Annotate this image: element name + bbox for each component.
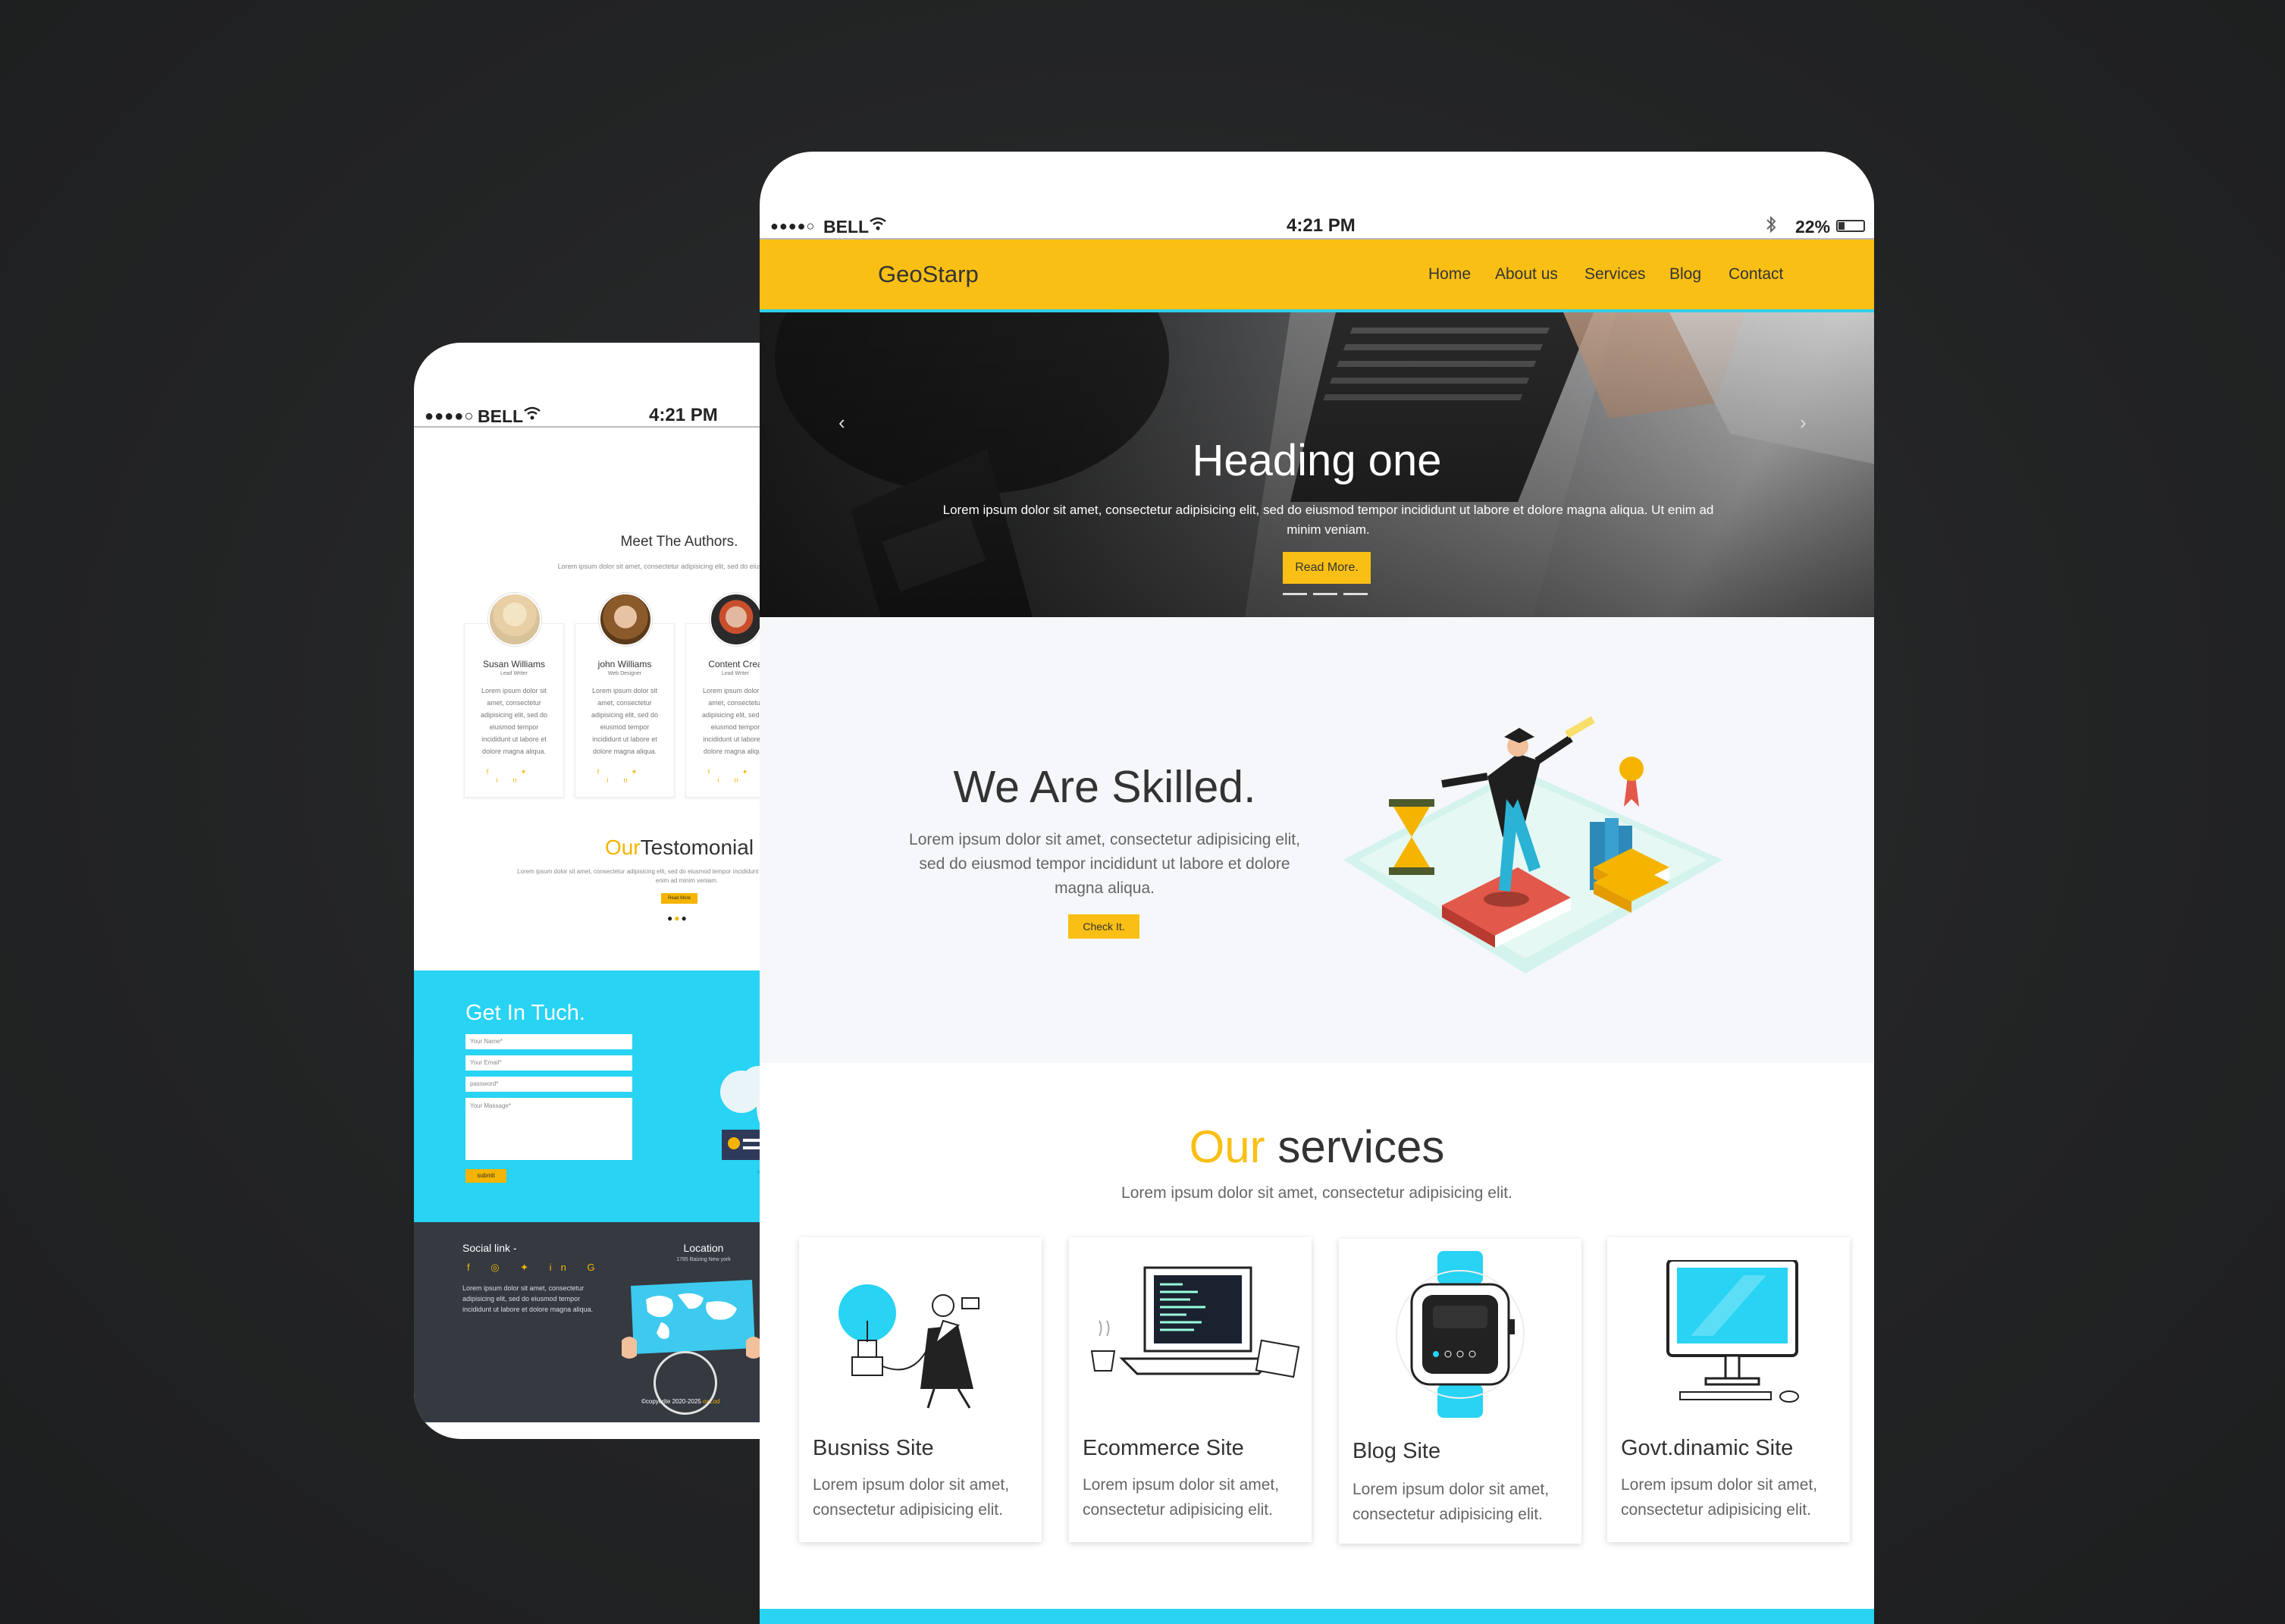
skilled-section: We Are Skilled. Lorem ipsum dolor sit am… (760, 617, 1874, 1063)
service-card-govt[interactable]: Govt.dinamic Site Lorem ipsum dolor sit … (1607, 1237, 1850, 1542)
smartwatch-icon (1396, 1251, 1525, 1418)
social-link-title: Social link - (462, 1242, 517, 1254)
author-social-links[interactable]: f ✦ in (465, 768, 563, 784)
battery-percent: 22% (1795, 217, 1831, 237)
submit-button[interactable]: submit (465, 1169, 506, 1183)
service-text: Lorem ipsum dolor sit amet, consectetur … (813, 1476, 1010, 1519)
email-field[interactable]: Your Email* (465, 1055, 632, 1071)
next-section-bar (760, 1609, 1874, 1624)
nav-link-about[interactable]: About us (1495, 265, 1558, 284)
carousel-indicator[interactable] (1283, 593, 1307, 595)
avatar (488, 593, 541, 646)
bluetooth-icon (1765, 215, 1777, 238)
social-icons[interactable]: f ◎ ✦ in G (467, 1262, 604, 1274)
home-button[interactable] (654, 1351, 717, 1415)
name-field[interactable]: Your Name* (465, 1034, 632, 1049)
location-address: 1785 Baizing New york (676, 1257, 731, 1262)
location-title: Location (683, 1242, 724, 1254)
service-text: Lorem ipsum dolor sit amet, consectetur … (1353, 1481, 1550, 1523)
graduate-illustration-icon (1343, 716, 1722, 973)
tablet-mockup: ●●●●○ BELL 4:21 PM 22% GeoStarp Home Abo… (760, 152, 1874, 1624)
service-card-business[interactable]: Busniss Site Lorem ipsum dolor sit amet,… (799, 1237, 1042, 1542)
message-field[interactable]: Your Massage* (465, 1098, 632, 1160)
signal-icon: ●●●●○ (425, 408, 475, 425)
nav-link-home[interactable]: Home (1428, 265, 1471, 284)
service-title: Govt.dinamic Site (1621, 1436, 1794, 1460)
lightbulb-icon (838, 1284, 980, 1409)
hero-text: Lorem ipsum dolor sit amet, consectetur … (942, 503, 1714, 537)
brand-logo[interactable]: GeoStarp (878, 261, 979, 288)
hero-carousel: ‹ › Heading one Lorem ipsum dolor sit am… (760, 312, 1874, 617)
service-title: Busniss Site (813, 1436, 934, 1460)
footer-text: Lorem ipsum dolor sit amet, consectetur … (462, 1284, 594, 1313)
author-name: john Williams (597, 659, 652, 669)
navbar: GeoStarp Home About us Services Blog Con… (760, 240, 1874, 312)
carousel-next-icon[interactable]: › (1800, 411, 1807, 434)
service-card-blog[interactable]: Blog Site Lorem ipsum dolor sit amet, co… (1339, 1239, 1581, 1544)
nav-link-services[interactable]: Services (1584, 265, 1646, 284)
testimonial-read-more-button[interactable]: Read More (661, 893, 697, 904)
nav-link-blog[interactable]: Blog (1669, 265, 1701, 284)
author-card: Susan Williams Lead Writer Lorem ipsum d… (464, 623, 564, 798)
service-text: Lorem ipsum dolor sit amet, consectetur … (1621, 1476, 1818, 1519)
service-card-ecommerce[interactable]: Ecommerce Site Lorem ipsum dolor sit ame… (1069, 1237, 1312, 1542)
author-name: Susan Williams (482, 659, 546, 669)
carrier-label: BELL (478, 406, 524, 426)
carousel-dots[interactable]: ●●● (667, 913, 688, 923)
password-field[interactable]: password* (465, 1077, 632, 1092)
desktop-monitor-icon (1666, 1260, 1799, 1403)
service-title: Ecommerce Site (1083, 1436, 1244, 1460)
carrier-label: BELL (823, 217, 870, 237)
wifi-icon (523, 405, 541, 425)
avatar (599, 593, 652, 646)
avatar (710, 593, 763, 646)
author-bio: Lorem ipsum dolor sit amet, consectetur … (591, 687, 659, 755)
status-time: 4:21 PM (1287, 215, 1356, 236)
carousel-prev-icon[interactable]: ‹ (838, 411, 845, 434)
signal-icon: ●●●●○ (770, 218, 816, 234)
battery-icon (1836, 220, 1865, 232)
author-card: john Williams Web Designer Lorem ipsum d… (575, 623, 675, 798)
check-it-button[interactable]: Check It. (1068, 914, 1139, 939)
services-title: Our services (1189, 1121, 1445, 1172)
services-subtitle: Lorem ipsum dolor sit amet, consectetur … (1121, 1184, 1512, 1202)
carousel-indicator[interactable] (1313, 593, 1337, 595)
service-text: Lorem ipsum dolor sit amet, consectetur … (1083, 1476, 1280, 1519)
author-role: Lead Writer (500, 671, 528, 676)
author-social-links[interactable]: f ✦ in (575, 768, 674, 784)
author-role: Web Designer (607, 671, 642, 676)
nav-link-contact[interactable]: Contact (1729, 265, 1783, 284)
wifi-icon (869, 215, 887, 236)
author-bio: Lorem ipsum dolor sit amet, consectetur … (480, 687, 548, 755)
world-map-icon (622, 1280, 761, 1359)
skilled-text: Lorem ipsum dolor sit amet, consectetur … (909, 831, 1300, 897)
laptop-code-icon (1090, 1266, 1300, 1378)
hero-heading: Heading one (1192, 436, 1442, 485)
carousel-indicator[interactable] (1343, 593, 1368, 595)
status-time: 4:21 PM (649, 405, 718, 425)
contact-title: Get In Tuch. (465, 1001, 585, 1025)
read-more-button[interactable]: Read More. (1283, 552, 1371, 584)
service-title: Blog Site (1353, 1439, 1441, 1463)
